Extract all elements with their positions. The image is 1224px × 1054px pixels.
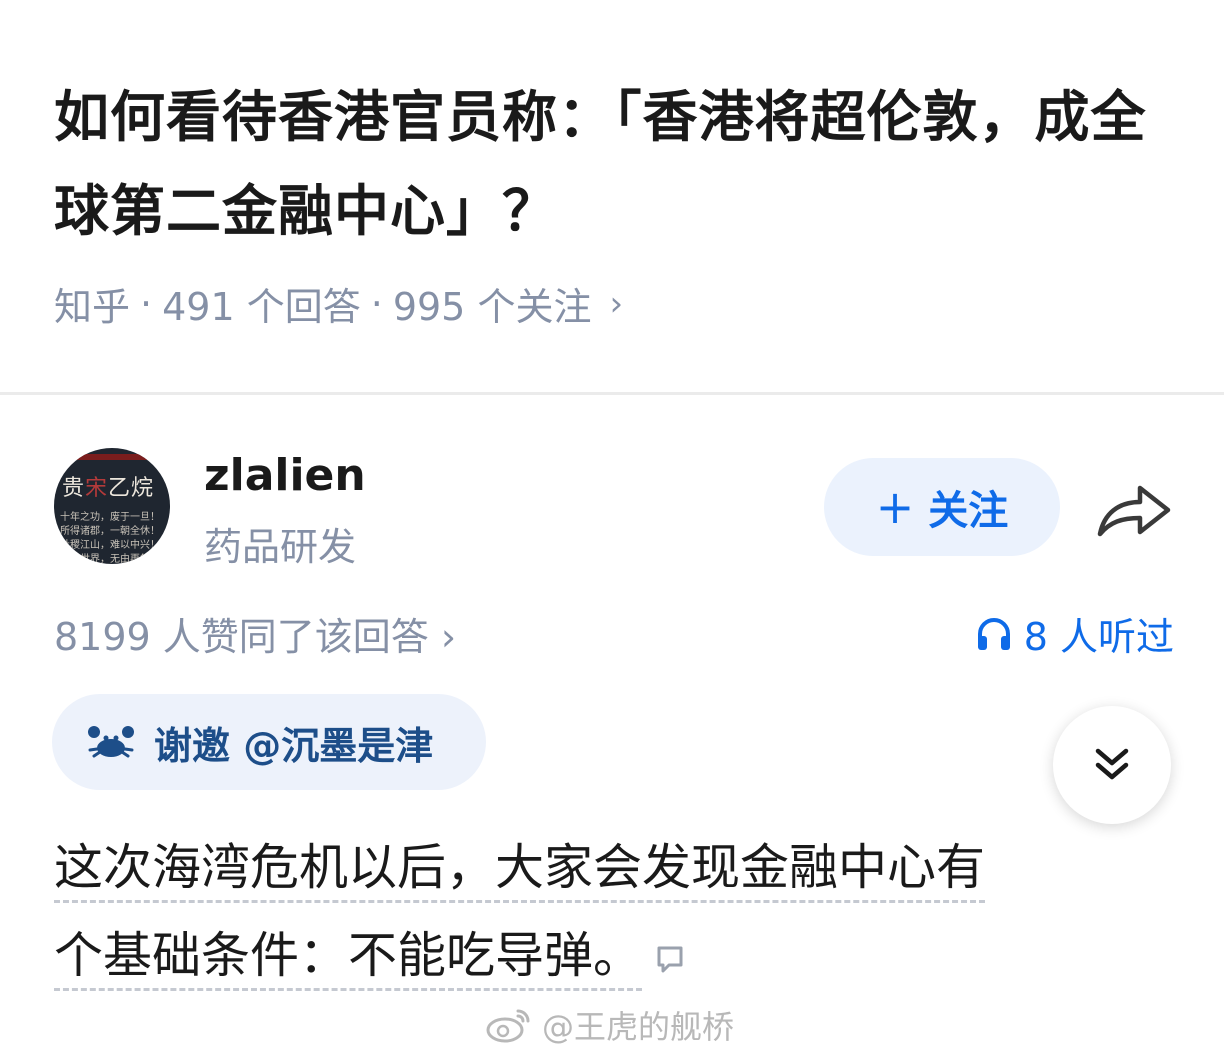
- section-divider: [0, 392, 1224, 395]
- likes-count[interactable]: 8199 人赞同了该回答 ›: [54, 606, 456, 661]
- answer-line: 这次海湾危机以后，大家会发现金融中心有: [54, 839, 986, 903]
- avatar[interactable]: 贵宋乙烷 十年之功，废于一旦！ 所得诸郡，一朝全休！ 社稷江山，难以中兴！ 乾坤…: [54, 448, 170, 564]
- avatar-title: 贵宋乙烷: [62, 476, 155, 501]
- watermark: @王虎的舰桥: [484, 1002, 734, 1048]
- follow-button[interactable]: + 关注: [824, 458, 1060, 556]
- meta-separator: ·: [140, 281, 153, 326]
- chevron-right-icon: ›: [609, 283, 624, 324]
- headphones-icon: [977, 617, 1010, 650]
- comment-bubble-icon[interactable]: [654, 943, 686, 975]
- avatar-text-line: 十年之功，废于一旦！: [60, 512, 160, 523]
- question-meta[interactable]: 知乎 · 491 个回答 · 995 个关注 ›: [54, 276, 1174, 331]
- weibo-logo-icon: [486, 1009, 530, 1043]
- author-bio: 药品研发: [204, 525, 357, 569]
- author-name[interactable]: zlalien: [204, 450, 366, 501]
- expand-button[interactable]: [1053, 706, 1171, 824]
- listened-count[interactable]: 8 人听过: [974, 606, 1174, 661]
- answer-count: 491 个回答: [162, 285, 361, 329]
- avatar-text-line: 乾坤世界，无由再复！: [60, 554, 160, 564]
- follow-label: 关注: [928, 488, 1009, 534]
- invite-badge[interactable]: 谢邀 @沉墨是津: [52, 694, 486, 790]
- crab-icon: [88, 726, 134, 758]
- answer-content[interactable]: 这次海湾危机以后，大家会发现金融中心有 个基础条件：不能吃导弹。: [54, 824, 1144, 1000]
- author-row: 贵宋乙烷 十年之功，废于一旦！ 所得诸郡，一朝全休！ 社稷江山，难以中兴！ 乾坤…: [54, 448, 1174, 569]
- watermark-text: @王虎的舰桥: [542, 1008, 735, 1046]
- stats-row: 8199 人赞同了该回答 › 8 人听过: [54, 606, 1174, 662]
- answer-line: 个基础条件：不能吃导弹。: [54, 927, 643, 991]
- meta-separator: ·: [370, 281, 383, 326]
- question-header: 如何看待香港官员称：「香港将超伦敦，成全球第二金融中心」？ 知乎 · 491 个…: [54, 70, 1174, 331]
- share-arrow-icon[interactable]: [1096, 476, 1172, 540]
- avatar-text-line: 所得诸郡，一朝全休！: [60, 526, 160, 537]
- follower-count: 995 个关注: [392, 285, 592, 329]
- question-title[interactable]: 如何看待香港官员称：「香港将超伦敦，成全球第二金融中心」？: [54, 70, 1174, 258]
- invite-text: 谢邀 @沉墨是津: [154, 723, 434, 768]
- chevron-right-icon: ›: [440, 615, 457, 659]
- avatar-text-line: 社稷江山，难以中兴！: [60, 540, 160, 551]
- double-chevron-down-icon: [1095, 748, 1129, 780]
- plus-icon: +: [875, 480, 915, 534]
- source-label: 知乎: [54, 285, 131, 329]
